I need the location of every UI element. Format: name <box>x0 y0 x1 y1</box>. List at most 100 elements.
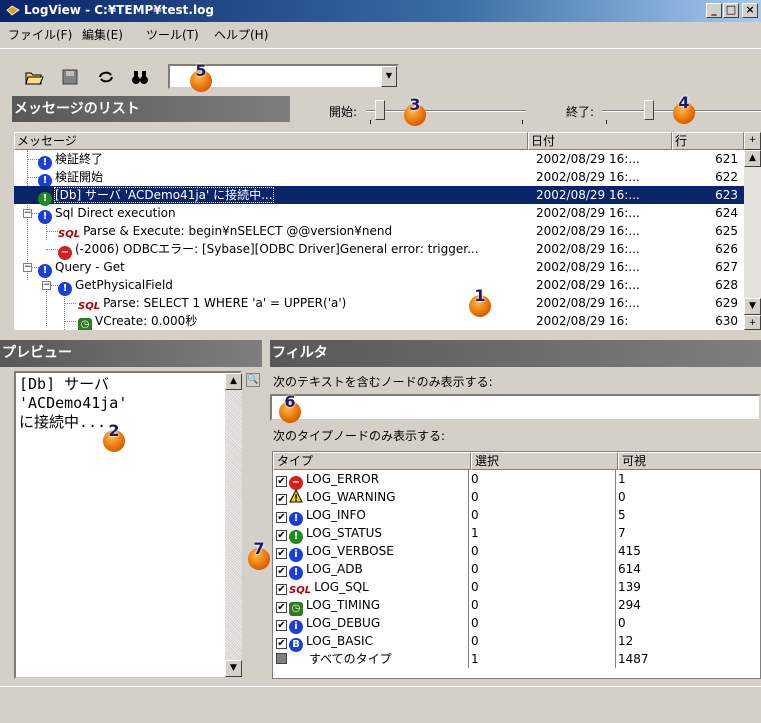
column-header-selected[interactable]: 選択 <box>471 452 618 470</box>
type-row[interactable]: すべてのタイプ 1 1487 <box>273 650 761 668</box>
tree-row-selected[interactable]: ! [Db] サーバ 'ACDemo41ja' に接続中... 2002/08/2… <box>14 186 744 206</box>
type-filter-table[interactable]: タイプ 選択 可視 ✔ − LOG_ERROR 0 1 ✔! LOG_WARNING 0 0 ✔!… <box>272 451 761 679</box>
tree-row[interactable]: ! 検証終了 2002/08/29 16:... 621 <box>14 150 744 170</box>
filter-text-combo[interactable] <box>270 394 761 421</box>
type-row[interactable]: ✔ i LOG_VERBOSE 0 415 <box>273 542 761 562</box>
type-visible-count: 7 <box>618 526 626 540</box>
column-chooser-button[interactable]: + <box>744 132 761 150</box>
column-header-line[interactable]: 行 <box>672 132 744 150</box>
type-row[interactable]: ✔ B LOG_BASIC 0 12 <box>273 632 761 652</box>
collapse-icon[interactable]: − <box>23 263 32 272</box>
row-message: Parse: SELECT 1 WHERE 'a' = UPPER('a') <box>103 296 347 310</box>
end-slider-thumb[interactable] <box>644 100 654 120</box>
type-checkbox[interactable]: ✔ <box>276 494 287 505</box>
scroll-up-icon[interactable]: ▲ <box>225 373 242 390</box>
scroll-down-icon[interactable]: ▼ <box>225 660 242 677</box>
slider-tick <box>522 120 523 124</box>
menu-edit[interactable]: 編集(E) <box>82 26 123 43</box>
type-checkbox[interactable]: ✔ <box>276 530 287 541</box>
type-row[interactable]: ✔! LOG_INFO 0 5 <box>273 506 761 526</box>
scroll-down-icon[interactable]: ▼ <box>744 298 761 315</box>
tree-row[interactable]: − ! GetPhysicalField 2002/08/29 16:... 62… <box>14 276 744 296</box>
binoculars-icon[interactable] <box>130 67 150 87</box>
type-row[interactable]: ✔ ◷ LOG_TIMING 0 294 <box>273 596 761 616</box>
row-message: Parse & Execute: begin¥nSELECT @@version… <box>83 224 393 238</box>
app-icon <box>6 5 20 16</box>
title-bar[interactable]: LogView - C:¥TEMP¥test.log _ □ × <box>0 0 761 22</box>
pane-splitter[interactable] <box>262 336 270 684</box>
type-visible-count: 614 <box>618 562 641 576</box>
menu-tools[interactable]: ツール(T) <box>146 26 199 43</box>
tree-row[interactable]: ! 検証開始 2002/08/29 16:... 622 <box>14 168 744 188</box>
type-checkbox[interactable]: ✔ <box>276 476 287 487</box>
column-divider <box>468 578 469 596</box>
column-divider <box>615 614 616 632</box>
chevron-down-icon[interactable]: ▼ <box>381 66 397 87</box>
menu-file[interactable]: ファイル(F) <box>8 26 72 43</box>
type-checkbox[interactable]: ✔ <box>276 548 287 559</box>
type-selected-count: 0 <box>471 562 479 576</box>
column-divider <box>615 506 616 524</box>
type-selected-count: 0 <box>471 472 479 486</box>
type-checkbox[interactable]: ✔ <box>276 620 287 631</box>
type-row[interactable]: ✔ SQL LOG_SQL 0 139 <box>273 578 761 596</box>
tree-row[interactable]: SQL Parse & Execute: begin¥nSELECT @@vers… <box>14 222 744 240</box>
type-visible-count: 5 <box>618 508 626 522</box>
tree-row[interactable]: − ! Query - Get 2002/08/29 16:... 627 <box>14 258 744 278</box>
preview-text[interactable]: [Db] サーバ 'ACDemo41ja' に接続中... <box>14 371 242 679</box>
type-checkbox[interactable] <box>276 653 287 664</box>
column-divider <box>468 596 469 614</box>
callout-badge: 4 <box>673 93 695 124</box>
type-checkbox[interactable]: ✔ <box>276 566 287 577</box>
open-folder-icon[interactable] <box>24 67 44 87</box>
row-message: 検証終了 <box>55 152 104 166</box>
tree-row[interactable]: − ! Sql Direct execution 2002/08/29 16:..… <box>14 204 744 224</box>
column-divider <box>468 542 469 560</box>
minimize-button[interactable]: _ <box>706 3 722 18</box>
message-tree[interactable]: ! 検証終了 2002/08/29 16:... 621 ! 検証開始 2002/0… <box>14 150 744 330</box>
tree-row[interactable]: − (-2006) ODBCエラー: [Sybase][ODBC Driver]G… <box>14 240 744 260</box>
tree-row[interactable]: SQL Parse: SELECT 1 WHERE 'a' = UPPER('a'… <box>14 294 744 312</box>
tree-scrollbar[interactable]: + ▲ ▼ + <box>744 132 761 330</box>
column-header-type[interactable]: タイプ <box>273 452 471 470</box>
type-checkbox[interactable]: ✔ <box>276 602 287 613</box>
row-date: 2002/08/29 16: <box>536 314 629 328</box>
row-message: VCreate: 0.000秒 <box>95 314 198 328</box>
filter-type-label: 次のタイプノードのみ表示する: <box>273 429 446 443</box>
message-list-header: メッセージのリスト <box>12 96 290 122</box>
row-line: 625 <box>715 224 738 238</box>
column-header-message[interactable]: メッセージ <box>14 132 528 150</box>
type-row[interactable]: ✔! LOG_WARNING 0 0 <box>273 488 761 506</box>
type-selected-count: 0 <box>471 544 479 558</box>
row-message: (-2006) ODBCエラー: [Sybase][ODBC Driver]Ge… <box>75 242 479 256</box>
type-name: LOG_DEBUG <box>306 616 381 630</box>
save-icon[interactable] <box>60 67 80 87</box>
tree-row[interactable]: ◷ VCreate: 0.000秒 2002/08/29 16: 630 <box>14 312 744 330</box>
type-visible-count: 415 <box>618 544 641 558</box>
type-row[interactable]: ✔! LOG_ADB 0 614 <box>273 560 761 580</box>
expand-button[interactable]: + <box>744 315 761 330</box>
maximize-button[interactable]: □ <box>723 3 739 18</box>
start-slider-thumb[interactable] <box>375 100 385 120</box>
type-visible-count: 1 <box>618 472 626 486</box>
type-checkbox[interactable]: ✔ <box>276 638 287 649</box>
type-row[interactable]: ✔ − LOG_ERROR 0 1 <box>273 470 761 490</box>
column-header-visible[interactable]: 可視 <box>618 452 761 470</box>
zoom-icon[interactable]: 🔍 <box>246 373 260 387</box>
refresh-icon[interactable] <box>96 67 116 87</box>
type-checkbox[interactable]: ✔ <box>276 512 287 523</box>
type-row[interactable]: ✔! LOG_STATUS 1 7 <box>273 524 761 544</box>
type-row[interactable]: ✔ i LOG_DEBUG 0 0 <box>273 614 761 634</box>
collapse-icon[interactable]: − <box>23 209 32 218</box>
type-checkbox[interactable]: ✔ <box>276 584 287 595</box>
type-name: LOG_SQL <box>314 580 369 594</box>
column-header-date[interactable]: 日付 <box>528 132 672 150</box>
preview-scrollbar[interactable]: ▲ ▼ <box>225 373 242 677</box>
collapse-icon[interactable]: − <box>42 281 51 290</box>
menu-help[interactable]: ヘルプ(H) <box>214 26 268 43</box>
type-visible-count: 139 <box>618 580 641 594</box>
status-bar <box>0 686 761 723</box>
scroll-up-icon[interactable]: ▲ <box>744 150 761 167</box>
close-button[interactable]: × <box>742 3 758 18</box>
column-divider <box>468 614 469 632</box>
